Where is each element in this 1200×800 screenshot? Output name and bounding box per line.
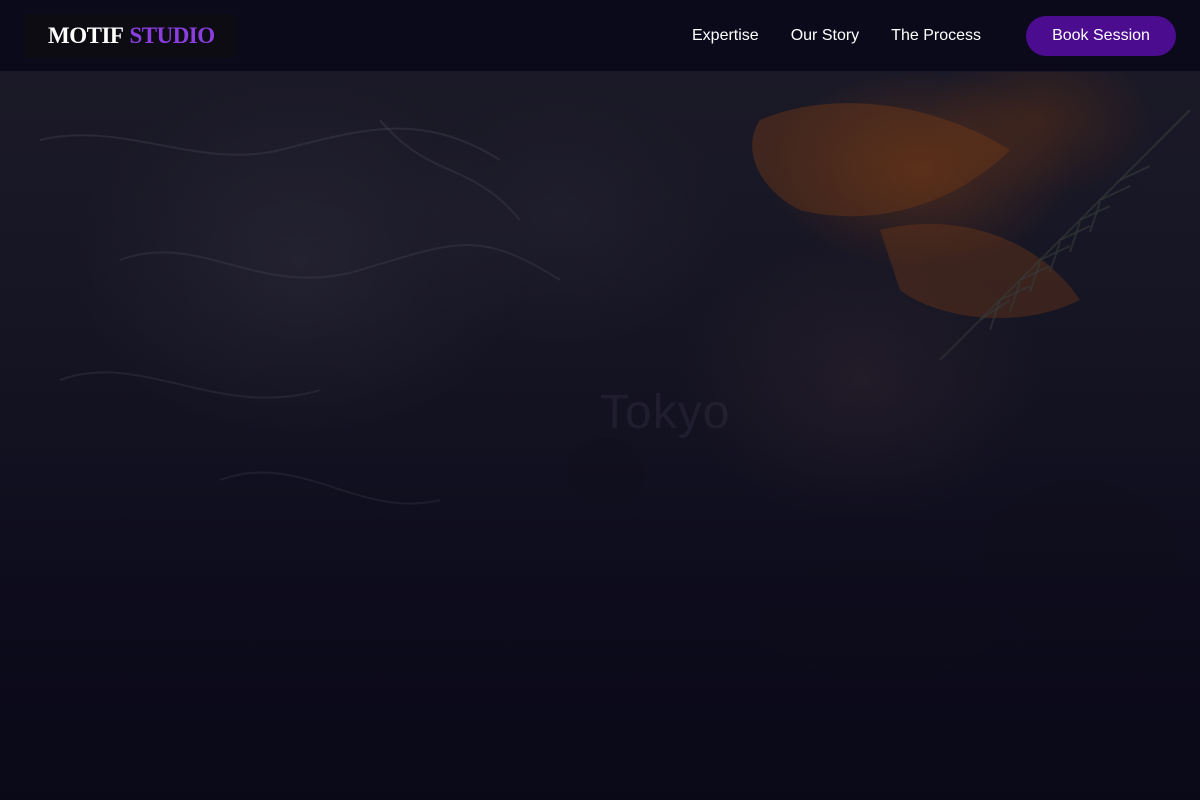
nav-link-the-process[interactable]: The Process — [875, 21, 997, 51]
top-navbar: MOTIF STUDIO Expertise Our Story The Pro… — [0, 0, 1200, 72]
brand-logo[interactable]: MOTIF STUDIO — [24, 15, 236, 57]
brand-name-accent: STUDIO — [129, 23, 215, 48]
hero-ghost-text: Tokyo — [600, 386, 731, 439]
brand-name-primary: MOTIF — [48, 23, 124, 48]
main-nav: Expertise Our Story The Process — [676, 0, 997, 72]
book-session-button[interactable]: Book Session — [1026, 16, 1176, 56]
nav-link-expertise[interactable]: Expertise — [676, 21, 775, 51]
nav-link-our-story[interactable]: Our Story — [775, 21, 875, 51]
hero-section: Tokyo — [0, 0, 1200, 800]
